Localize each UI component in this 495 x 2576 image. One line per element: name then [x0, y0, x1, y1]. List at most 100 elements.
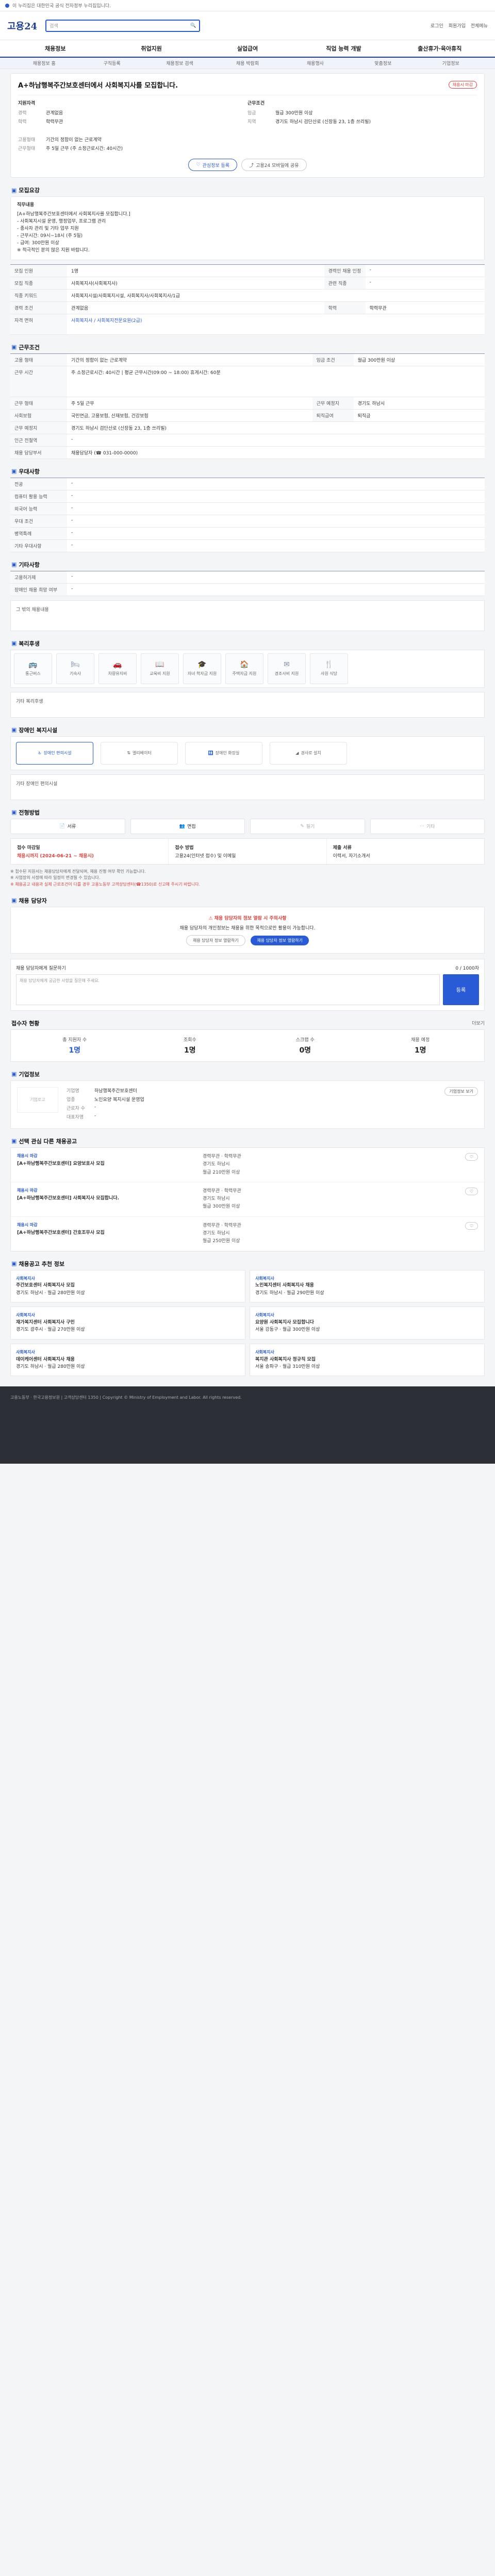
house-icon: 🏠	[240, 660, 249, 669]
list-item[interactable]: 채용시 마감 [A+하남행복주간보호센터] 요양보호사 모집 경력무관 · 학력무…	[11, 1148, 484, 1182]
desc-line: - 근무시간: 09시~18시 (주 5일)	[17, 233, 83, 239]
signup-link[interactable]: 회원가입	[449, 22, 466, 29]
heart-icon: ♡	[196, 162, 201, 167]
manager-warning: ⚠ 채용 담당자의 정보 열람 시 주의사항	[208, 916, 287, 921]
clipboard-icon: ▣	[11, 809, 17, 816]
method-item: 📄 서류	[10, 818, 125, 834]
stat-item: 조회수 1명	[183, 1037, 196, 1055]
recruit-section-title: ▣ 모집요강	[11, 187, 40, 194]
company-box: 기업로고 기업명 하남행복주간보호센터 업종 노인요양 복지시설 운영업 근로자 수…	[10, 1080, 485, 1129]
stats-more-link[interactable]: 더보기	[472, 1020, 485, 1026]
apply-note: ※ 접수된 지원서는 채용담당자에게 전달되며, 채용 진행 여부 확인 가능합…	[10, 869, 146, 874]
recommend-item[interactable]: 사회복지사 재가복지센터 사회복지사 구인 경기도 광주시 · 월급 270만원 이…	[10, 1307, 245, 1340]
method-item: ⋯ 기타	[370, 818, 485, 834]
subnav-item[interactable]: 맞춤정보	[349, 60, 417, 66]
share-icon: ⤴	[249, 163, 254, 168]
manager-view-button-primary[interactable]: 채용 담당자 정보 열람하기	[251, 935, 309, 945]
table-row: 인근 전철역 -	[10, 434, 485, 447]
cap-icon: 🎓	[197, 660, 207, 669]
apply-notes: ※ 접수된 지원서는 채용담당자에게 전달되며, 채용 진행 여부 확인 가능합…	[10, 869, 485, 888]
job-description-title: 직무내용	[17, 202, 35, 208]
wheelchair-icon: ♿	[38, 751, 42, 756]
document-icon: 📄	[59, 823, 65, 829]
login-link[interactable]: 로그인	[431, 22, 443, 29]
inquiry-textarea[interactable]: 채용 담당자에게 궁금한 사항을 질문해 주세요.	[16, 974, 440, 1005]
stat-item: 채용 예정 1명	[411, 1037, 430, 1055]
apply-method: 접수 방법 고용24(인터넷 접수) 및 이메일	[169, 838, 327, 864]
scrap-icon[interactable]: ♡	[465, 1153, 478, 1161]
bed-icon: 🛏	[71, 660, 80, 669]
table-row: 외국어 능력 -	[10, 502, 485, 515]
recruit-table: 모집 인원 1명 경력인 채용 인정 - 모집 직종 사회복지사(사회복지사) 관련 직종…	[10, 264, 485, 335]
gift-icon: ▣	[11, 640, 17, 647]
scrap-button[interactable]: ♡ 관심정보 등록	[188, 159, 238, 171]
barrier-grid: ♿ 장애인 편의시설 ⇅ 엘리베이터 🚻 장애인 화장실 ◢ 경사로 설치	[10, 736, 485, 770]
summary-row	[18, 127, 248, 134]
list-item[interactable]: 채용시 마감 [A+하남행복주간보호센터] 사회복지사 모집합니다. 경력무관 ·…	[11, 1182, 484, 1217]
table-row: 근무 시간 주 소정근로시간: 40시간 | 평균 근무시간(09:00 ~ 18…	[10, 366, 485, 397]
desc-line: - 사회복지시설 운영, 행정업무, 프로그램 관리	[17, 218, 106, 224]
table-row: 직종 키워드 사회복지시설/사회복지시설, 사회복지사/사회복지사/1급	[10, 289, 485, 302]
search-placeholder: 검색	[50, 24, 58, 29]
star-icon: ▣	[11, 468, 17, 475]
stats-box: 총 지원자 수 1명 조회수 1명 스크랩 수 0명 채용 예정 1명	[10, 1029, 485, 1062]
briefcase-icon: ▣	[11, 344, 17, 351]
gnb-item-training[interactable]: 직업 능력 개발	[295, 44, 391, 53]
apply-note: ※ 사업장의 사정에 따라 일정이 변경될 수 있습니다.	[10, 875, 101, 880]
subnav-item[interactable]: 채용정보 홈	[10, 60, 78, 66]
benefit-item: 📖 교육비 지원	[141, 653, 179, 684]
subnav-item[interactable]: 채용 박람회	[213, 60, 281, 66]
recommend-item[interactable]: 사회복지사 노인복지센터 사회복지사 채용 경기도 하남시 · 월급 290만원 이…	[250, 1269, 485, 1303]
envelope-icon: ✉	[284, 660, 290, 669]
welfare-section-title: ▣ 복리후생	[11, 640, 40, 647]
list-item[interactable]: 채용시 마감 [A+하남행복주간보호센터] 간호조무사 모집 경력무관 · 학력무…	[11, 1217, 484, 1251]
recommend-item[interactable]: 사회복지사 데이케어센터 사회복지사 채용 경기도 하남시 · 월급 280만원 이…	[10, 1343, 245, 1377]
site-logo[interactable]: 고용24	[7, 19, 37, 32]
subnav-item[interactable]: 채용정보 검색	[146, 60, 213, 66]
all-menu-link[interactable]: 전체메뉴	[471, 22, 488, 29]
subnav-item[interactable]: 기업정보	[417, 60, 485, 66]
gnb-item-unemployment[interactable]: 실업급여	[200, 44, 295, 53]
manager-box: ⚠ 채용 담당자의 정보 열람 시 주의사항 채용 담당자의 개인정보는 채용을…	[10, 906, 485, 954]
ramp-icon: ◢	[295, 751, 299, 756]
table-row: 모집 직종 사회복지사(사회복지사) 관련 직종 -	[10, 277, 485, 290]
gnb-item-support[interactable]: 취업지원	[103, 44, 199, 53]
search-input[interactable]: 검색 🔍	[45, 19, 201, 32]
apply-methods: 📄 서류 👥 면접 ✎ 필기 ⋯ 기타	[10, 818, 485, 834]
dots-icon: ⋯	[419, 823, 424, 829]
benefit-item: 🛏 기숙사	[56, 653, 94, 684]
gnb-item-leave[interactable]: 출산휴가·육아휴직	[392, 44, 488, 53]
gnb-item-jobs[interactable]: 채용정보	[7, 44, 103, 53]
manager-section-title: ▣ 채용 담당자	[11, 897, 47, 904]
apply-note: ※ 채용공고 내용과 실제 근로조건이 다를 경우 고용노동부 고객상담센터(☎…	[10, 882, 201, 887]
main-navigation: 채용정보 취업지원 실업급여 직업 능력 개발 출산휴가·육아휴직	[0, 40, 495, 58]
manager-view-button[interactable]: 채용 담당자 정보 열람하기	[186, 935, 245, 946]
share-button[interactable]: ⤴ 고용24 모바일에 공유	[241, 159, 307, 171]
content-wrapper: A+하남행복주간보호센터에서 사회복지사를 모집합니다. 채용시 마감 지원자격…	[10, 73, 485, 1377]
scrap-icon[interactable]: ♡	[465, 1187, 478, 1195]
barrier-item: ⇅ 엘리베이터	[101, 741, 178, 765]
subnav-item[interactable]: 구직등록	[78, 60, 145, 66]
inquiry-body: 채용 담당자에게 궁금한 사항을 질문해 주세요. 등록	[16, 974, 479, 1005]
inquiry-submit-button[interactable]: 등록	[443, 974, 479, 1005]
apply-section-title: ▣ 전형방법	[11, 809, 40, 816]
table-row: 고용허가제 -	[10, 571, 485, 584]
list-icon: ▣	[11, 187, 17, 194]
deadline-badge: 채용시 마감	[448, 81, 477, 89]
benefit-item: ✉ 경조사비 지원	[268, 653, 306, 684]
recommend-section-title: ▣ 채용공고 추천 정보	[11, 1260, 65, 1267]
scrap-icon[interactable]: ♡	[465, 1222, 478, 1230]
recommend-item[interactable]: 사회복지사 주간보호센터 사회복지사 모집 경기도 하남시 · 월급 280만원 이…	[10, 1269, 245, 1303]
recommend-item[interactable]: 사회복지사 요양원 사회복지사 모집합니다 서울 강동구 · 월급 300만원 이상	[250, 1307, 485, 1340]
benefit-item: 🚌 통근버스	[14, 653, 52, 684]
other-section-title: ▣ 기타사항	[11, 561, 40, 568]
table-row: 장애인 채용 희망 여부 -	[10, 583, 485, 596]
subnav-item[interactable]: 채용행사	[282, 60, 349, 66]
table-row: 우대 조건 -	[10, 515, 485, 528]
benefit-item: 🍴 사원 식당	[310, 653, 348, 684]
barrier-item: ♿ 장애인 편의시설	[16, 741, 93, 765]
company-detail-button[interactable]: 기업정보 보기	[444, 1087, 478, 1096]
sub-navigation: 채용정보 홈 구직등록 채용정보 검색 채용 박람회 채용행사 맞춤정보 기업정…	[0, 58, 495, 69]
recommend-item[interactable]: 사회복지사 복지관 사회복지사 정규직 모집 서울 송파구 · 월급 310만원 이…	[250, 1343, 485, 1377]
search-icon[interactable]: 🔍	[190, 23, 196, 28]
